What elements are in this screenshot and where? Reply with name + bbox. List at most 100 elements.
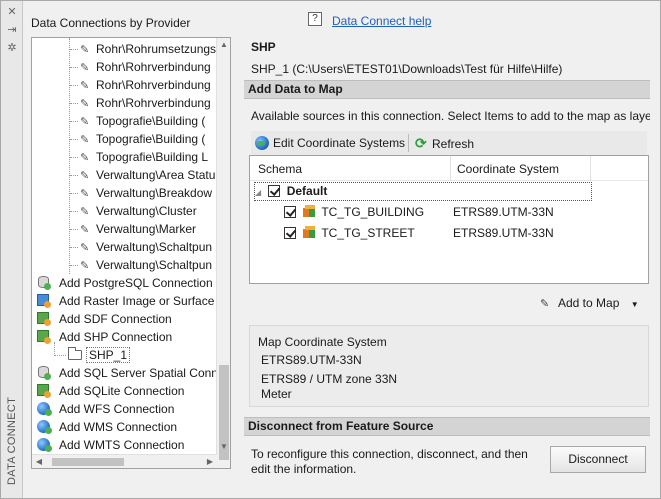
collapse-icon[interactable]: ◢ <box>255 183 265 203</box>
tree-item-label: Verwaltung\Schaltpun <box>96 258 213 272</box>
add-layer-icon: ✎ <box>540 298 550 310</box>
help-icon[interactable]: ? <box>308 12 322 26</box>
disconnect-text: To reconfigure this connection, disconne… <box>251 447 528 476</box>
sdf-icon <box>37 311 51 326</box>
scroll-right-icon[interactable]: ▶ <box>204 455 216 468</box>
tree-item-feature[interactable]: ✎ Verwaltung\Schaltpun <box>70 256 212 274</box>
column-coordinate-system[interactable]: Coordinate System <box>457 162 559 176</box>
globe-icon <box>37 419 52 434</box>
map-cs-description: ETRS89 / UTM zone 33N <box>261 372 398 386</box>
pencil-icon: ✎ <box>80 80 90 92</box>
pencil-icon: ✎ <box>80 260 90 272</box>
tree-connector <box>70 85 78 86</box>
scroll-down-icon[interactable]: ▼ <box>218 440 230 454</box>
help-link[interactable]: Data Connect help <box>332 14 431 28</box>
edit-coordinate-systems-button[interactable]: Edit Coordinate Systems <box>255 134 405 152</box>
tree-horizontal-scrollbar[interactable]: ◀ ▶ <box>32 454 217 468</box>
pencil-icon: ✎ <box>80 62 90 74</box>
tree-connector <box>70 229 78 230</box>
schema-grid: Schema Coordinate System ◢ Default TC_TG… <box>249 155 649 284</box>
pencil-icon: ✎ <box>80 116 90 128</box>
tree-item-label: Verwaltung\Area Statu <box>96 168 216 182</box>
scroll-up-icon[interactable]: ▲ <box>218 38 230 52</box>
add-data-section-header: Add Data to Map <box>244 80 650 99</box>
tree-item-label: Rohr\Rohrumsetzungs <box>96 42 217 56</box>
tree-item-feature[interactable]: ✎ Verwaltung\Marker <box>70 220 196 238</box>
tree-item-provider[interactable]: Add SQL Server Spatial Conne <box>37 364 217 382</box>
tree-item-label: Rohr\Rohrverbindung <box>96 96 211 110</box>
tree-item-feature[interactable]: ✎ Topografie\Building L <box>70 148 208 166</box>
map-cs-code: ETRS89.UTM-33N <box>261 353 362 367</box>
tree-item-provider[interactable]: Add WFS Connection <box>37 400 174 418</box>
tree-item-label: Verwaltung\Schaltpun <box>96 240 213 254</box>
tree-item-feature[interactable]: ✎ Verwaltung\Area Statu <box>70 166 215 184</box>
pencil-icon: ✎ <box>80 98 90 110</box>
tree-item-label: Verwaltung\Breakdow <box>96 186 213 200</box>
feature-class-icon <box>303 205 316 218</box>
tree-item-feature[interactable]: ✎ Rohr\Rohrumsetzungs <box>70 40 216 58</box>
close-icon[interactable]: ✕ <box>5 5 19 19</box>
auto-hide-icon[interactable]: ⇥ <box>5 23 19 37</box>
default-checkbox[interactable] <box>268 185 281 197</box>
map-cs-unit: Meter <box>261 387 292 401</box>
tree-item-feature[interactable]: ✎ Verwaltung\Cluster <box>70 202 197 220</box>
tree-item-provider[interactable]: Add PostgreSQL Connection <box>37 274 213 292</box>
tree-item-feature[interactable]: ✎ Topografie\Building ( <box>70 112 205 130</box>
feature-row[interactable]: TC_TG_BUILDING <box>284 202 424 222</box>
globe-icon <box>255 136 269 150</box>
tree-item-label: Add Raster Image or Surface C <box>59 294 217 308</box>
schema-row-default[interactable]: ◢ Default <box>255 181 327 201</box>
database-icon <box>37 365 51 380</box>
tree-item-provider[interactable]: Add SHP Connection <box>37 328 172 346</box>
globe-icon <box>37 437 52 452</box>
tree-item-label: Add WMS Connection <box>59 420 178 434</box>
toolbar-separator <box>408 134 409 152</box>
tree-connector <box>70 157 78 158</box>
grid-header: Schema Coordinate System <box>250 156 648 181</box>
tree-item-label: Add SQL Server Spatial Conne <box>59 366 217 380</box>
tree-item-provider[interactable]: Add SDF Connection <box>37 310 172 328</box>
tree-item-label: SHP_1 <box>86 347 131 363</box>
chevron-down-icon[interactable]: ▼ <box>631 300 639 309</box>
tree-connector <box>70 103 78 104</box>
feature-checkbox[interactable] <box>284 206 296 218</box>
tree-item-label: Add SHP Connection <box>59 330 173 344</box>
tree-item-provider[interactable]: Add WMS Connection <box>37 418 177 436</box>
tree-vertical-scrollbar[interactable]: ▲ ▼ <box>216 38 230 468</box>
sqlite-icon <box>37 383 51 398</box>
properties-icon[interactable]: ✲ <box>5 41 19 55</box>
database-icon <box>37 275 51 290</box>
scroll-left-icon[interactable]: ◀ <box>33 455 45 468</box>
pencil-icon: ✎ <box>80 206 90 218</box>
tree-item-feature[interactable]: ✎ Verwaltung\Schaltpun <box>70 238 212 256</box>
tree-item-feature[interactable]: ✎ Verwaltung\Breakdow <box>70 184 212 202</box>
tree-item-provider[interactable]: Add SQLite Connection <box>37 382 184 400</box>
tree-connector <box>54 342 55 356</box>
pencil-icon: ✎ <box>80 44 90 56</box>
disconnect-button[interactable]: Disconnect <box>550 446 646 473</box>
tree-item-feature[interactable]: ✎ Rohr\Rohrverbindung <box>70 58 211 76</box>
tree-item-label: Topografie\Building ( <box>96 114 206 128</box>
feature-row[interactable]: TC_TG_STREET <box>284 223 415 243</box>
tree-item-feature[interactable]: ✎ Rohr\Rohrverbindung <box>70 94 211 112</box>
providers-tree: ✎ Rohr\Rohrumsetzungs ✎ Rohr\Rohrverbindung… <box>31 37 231 469</box>
tree-connector <box>70 193 78 194</box>
tree-item-connection[interactable]: SHP_1 <box>54 342 131 364</box>
available-sources-text: Available sources in this connection. Se… <box>251 109 650 123</box>
globe-icon <box>37 401 52 416</box>
feature-checkbox[interactable] <box>284 227 296 239</box>
disconnect-section-header: Disconnect from Feature Source <box>244 417 650 436</box>
tree-item-provider[interactable]: Add WMTS Connection <box>37 436 184 454</box>
horizontal-scroll-thumb[interactable] <box>52 458 124 466</box>
tree-item-feature[interactable]: ✎ Topografie\Building ( <box>70 130 205 148</box>
pencil-icon: ✎ <box>80 134 90 146</box>
connection-title: SHP <box>251 40 276 54</box>
tree-connector <box>70 211 78 212</box>
tree-item-provider[interactable]: Add Raster Image or Surface C <box>37 292 217 310</box>
add-to-map-button[interactable]: ✎ Add to Map ▼ <box>540 292 646 314</box>
column-schema[interactable]: Schema <box>258 162 302 176</box>
map-coordinate-system-box: Map Coordinate System ETRS89.UTM-33N ETR… <box>249 325 649 407</box>
refresh-button[interactable]: ⟳ Refresh <box>415 134 474 152</box>
tree-connector <box>70 49 78 50</box>
tree-item-feature[interactable]: ✎ Rohr\Rohrverbindung <box>70 76 211 94</box>
